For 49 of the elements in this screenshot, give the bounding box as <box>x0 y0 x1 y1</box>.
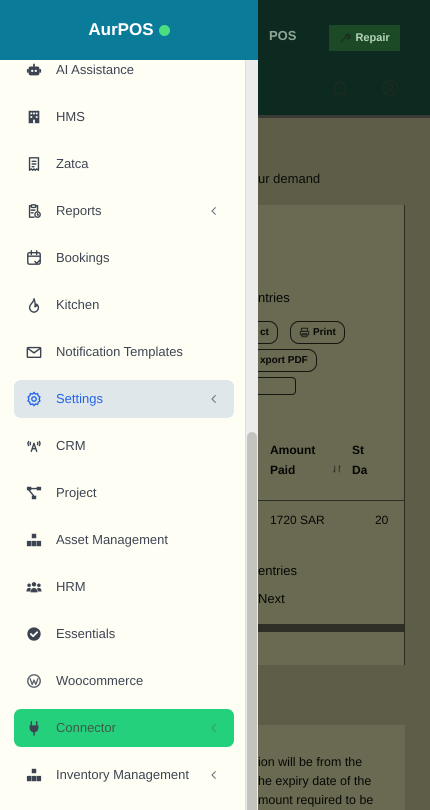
column-header[interactable]: St Da <box>352 440 372 480</box>
column-header[interactable]: Amount Paid <box>270 440 328 480</box>
menu-item[interactable]: HMS <box>14 98 234 136</box>
menu-item[interactable]: Kitchen <box>14 286 234 324</box>
building-icon <box>26 108 42 124</box>
sort-icon[interactable] <box>332 464 342 474</box>
menu-item[interactable]: Connector <box>14 708 234 746</box>
boxes-icon <box>26 766 42 782</box>
robot-icon <box>26 62 42 78</box>
menu-item[interactable]: Asset Management <box>14 520 234 558</box>
table-cell-text: 1720 SAR <box>270 513 326 527</box>
export-button[interactable]: xport PDF <box>258 349 317 372</box>
empty-button[interactable] <box>258 377 296 395</box>
horizontal-scrollbar[interactable] <box>258 624 404 632</box>
receipt-icon <box>26 156 42 172</box>
repair-button[interactable]: Repair <box>329 24 400 50</box>
next-button[interactable]: Next <box>258 591 404 606</box>
app-title: POS <box>269 28 296 42</box>
brand-name: AurPOS <box>88 20 154 40</box>
check-circle-icon <box>26 626 42 642</box>
calendar-check-icon <box>26 250 42 266</box>
flame-icon <box>26 296 42 312</box>
table-cell: 20 <box>375 513 388 527</box>
boxes-icon <box>26 532 42 548</box>
entries-label: ntries <box>258 290 291 305</box>
diagram-icon <box>26 484 42 500</box>
menu-item[interactable]: HRM <box>14 568 234 606</box>
menu-item[interactable]: Zatca <box>14 144 234 182</box>
menu-item[interactable]: AI Assistance <box>14 60 234 88</box>
menu-item[interactable]: Settings <box>14 380 234 418</box>
scrollbar-thumb[interactable] <box>247 432 257 810</box>
info-text: ion will be from the he expiry date of the mount required to be <box>258 754 374 809</box>
menu-item[interactable]: Woocommerce <box>14 662 234 700</box>
clipboard-clock-icon <box>26 202 42 218</box>
menu-item[interactable]: CRM <box>14 426 234 464</box>
menu-item[interactable]: Notification Templates <box>14 332 234 370</box>
circle-letter-icon <box>26 672 42 688</box>
export-button[interactable]: ct <box>258 321 278 344</box>
printer-icon <box>299 327 310 338</box>
menu-item[interactable]: Reports <box>14 192 234 230</box>
menu-item[interactable]: Bookings <box>14 238 234 276</box>
gear-icon <box>26 390 42 406</box>
menu-item[interactable]: Essentials <box>14 614 234 652</box>
menu-item[interactable]: Inventory Management <box>14 756 234 794</box>
wrench-icon <box>339 32 352 44</box>
entries-info: entries <box>258 563 298 578</box>
export-button[interactable]: Print <box>290 321 345 344</box>
menu-item[interactable]: Project <box>14 474 234 512</box>
page-subtitle: ur demand <box>258 170 322 188</box>
